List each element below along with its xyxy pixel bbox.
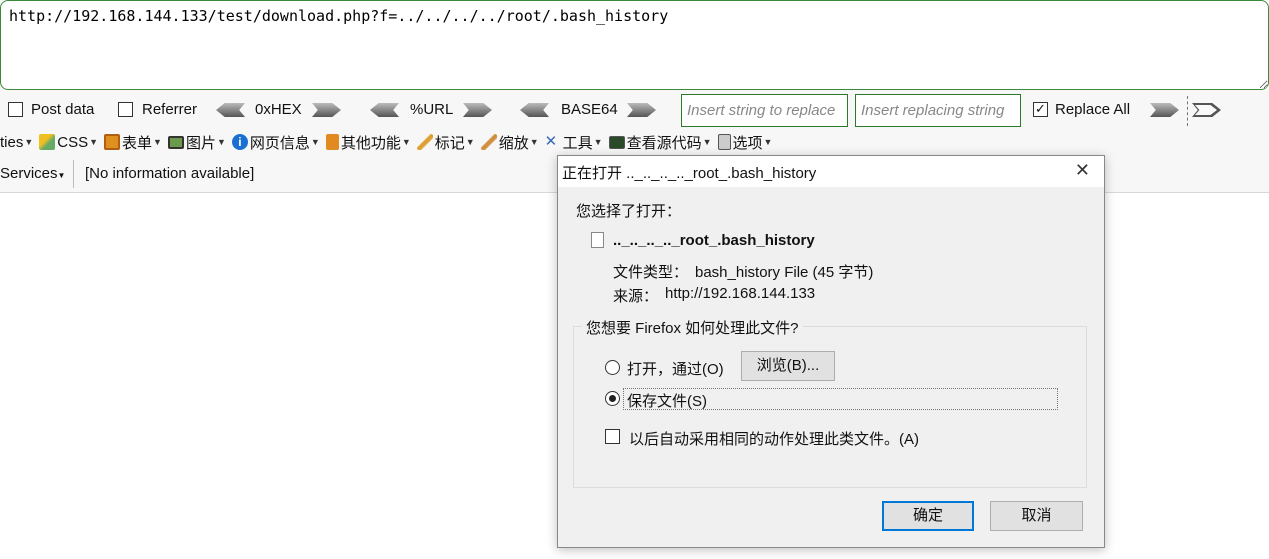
close-icon[interactable]: ✕: [1075, 160, 1090, 181]
toolbar-item-label: 表单: [122, 134, 153, 152]
file-name: .._.._.._.._root_.bash_history: [613, 232, 815, 249]
handling-options-group: 您想要 Firefox 如何处理此文件? 打开，通过(O) 浏览(B)... 保…: [573, 317, 1087, 488]
toolbar-item-label: CSS: [57, 133, 89, 151]
url-input[interactable]: http://192.168.144.133/test/download.php…: [0, 0, 1269, 90]
toolbar-item-label: 标记: [434, 134, 465, 152]
hex-label: 0xHEX: [255, 101, 302, 118]
dialog-intro: 您选择了打开：: [576, 203, 682, 220]
hex-decode-arrow-icon[interactable]: [216, 103, 245, 117]
file-type-label: 文件类型：: [613, 264, 689, 281]
group-title: 您想要 Firefox 如何处理此文件?: [582, 317, 803, 338]
url-encode-label: %URL: [410, 101, 454, 118]
webdev-toolbar: ties ▼ CSS ▼ 表单 ▼ 图片 ▼ i 网页信息 ▼ 其他功能 ▼ 标记 ▼ 缩放 ▼ …: [0, 132, 778, 152]
toolbar-item-view-source[interactable]: 查看源代码 ▼: [608, 132, 712, 153]
dropdown-icon: ▼: [401, 137, 411, 147]
hex-encode-arrow-icon[interactable]: [312, 103, 341, 117]
auto-action-checkbox[interactable]: [605, 429, 620, 444]
toolbar-item-tools[interactable]: ✕ 工具 ▼: [545, 132, 603, 153]
dropdown-icon: ▼: [702, 137, 712, 147]
dropdown-icon: ▼: [529, 137, 539, 147]
open-with-radio[interactable]: [605, 360, 620, 375]
dropdown-icon: ▼: [763, 137, 773, 147]
toolbar-item-images[interactable]: 图片 ▼: [167, 132, 226, 153]
source-value: http://192.168.144.133: [665, 285, 816, 302]
replace-string-input[interactable]: [681, 94, 848, 127]
toolbar-item-resize[interactable]: 缩放 ▼: [480, 132, 539, 153]
pencil-icon: [416, 134, 433, 150]
dropdown-icon: ▼: [57, 171, 66, 180]
toolbar-item-outline[interactable]: 标记 ▼: [416, 132, 475, 153]
replace-arrow-icon[interactable]: [1150, 103, 1179, 117]
expand-arrow-icon[interactable]: [1192, 103, 1221, 117]
replace-all-checkbox[interactable]: ✓: [1033, 102, 1048, 117]
toolbar-item-forms[interactable]: 表单 ▼: [104, 132, 162, 153]
toolbar-item-label: 其他功能: [340, 134, 401, 152]
dropdown-icon: ▼: [216, 137, 226, 147]
toolbar-item-label: 工具: [562, 134, 593, 152]
toolbar-item-label: 查看源代码: [626, 134, 702, 152]
dialog-titlebar: 正在打开 .._.._.._.._root_.bash_history ✕: [558, 156, 1104, 187]
auto-action-label[interactable]: 以后自动采用相同的动作处理此类文件。(A): [629, 428, 919, 449]
source-label: 来源：: [613, 288, 659, 305]
tools-icon: ✕: [544, 133, 558, 150]
url-decode-arrow-icon[interactable]: [370, 103, 399, 117]
replace-all-label: Replace All: [1055, 101, 1131, 118]
referrer-label: Referrer: [142, 101, 198, 118]
dialog-title: 正在打开 .._.._.._.._root_.bash_history: [562, 165, 817, 182]
toolbar-item-options[interactable]: 选项 ▼: [717, 132, 773, 153]
replacing-string-input[interactable]: [855, 94, 1021, 127]
toolbar-item-label: 网页信息: [249, 134, 310, 152]
services-label: Services: [0, 165, 58, 182]
page-info-status: [No information available]: [85, 165, 255, 182]
dropdown-icon: ▼: [24, 137, 34, 147]
referrer-checkbox[interactable]: [118, 102, 133, 117]
url-encode-arrow-icon[interactable]: [463, 103, 492, 117]
ruler-icon: [480, 134, 497, 150]
post-data-checkbox[interactable]: [8, 102, 23, 117]
browse-button[interactable]: 浏览(B)...: [741, 351, 835, 381]
toolbar-item-label: 选项: [732, 134, 763, 152]
clipboard-form-icon: [104, 134, 121, 150]
file-type-value: bash_history File (45 字节): [695, 264, 874, 281]
dropdown-icon: ▼: [593, 137, 603, 147]
cancel-button[interactable]: 取消: [990, 501, 1083, 531]
services-menu[interactable]: Services▼: [0, 165, 65, 182]
post-data-label: Post data: [31, 101, 95, 118]
toolbar-item-misc[interactable]: 其他功能 ▼: [325, 132, 411, 153]
source-icon: [608, 135, 625, 149]
dropdown-icon: ▼: [310, 137, 320, 147]
file-icon: [591, 232, 604, 248]
toolbar-item-cookies[interactable]: ties ▼: [0, 134, 33, 151]
open-file-dialog: 正在打开 .._.._.._.._root_.bash_history ✕ 您选…: [557, 155, 1105, 548]
separator: [1187, 96, 1188, 126]
save-file-label[interactable]: 保存文件(S): [627, 390, 707, 411]
css-wand-icon: [39, 134, 56, 150]
base64-encode-arrow-icon[interactable]: [627, 103, 656, 117]
toolbar-item-label: 缩放: [498, 134, 529, 152]
dropdown-icon: ▼: [89, 137, 99, 147]
separator: [73, 160, 74, 188]
options-icon: [717, 134, 731, 150]
toolbar-item-page-info[interactable]: i 网页信息 ▼: [231, 132, 320, 153]
dropdown-icon: ▼: [465, 137, 475, 147]
image-icon: [167, 135, 184, 149]
dropdown-icon: ▼: [153, 137, 162, 147]
book-icon: [325, 134, 339, 150]
toolbar-item-label: ties: [0, 133, 24, 151]
save-file-radio[interactable]: [605, 391, 620, 406]
base64-decode-arrow-icon[interactable]: [520, 103, 549, 117]
ok-button[interactable]: 确定: [882, 501, 974, 531]
open-with-label[interactable]: 打开，通过(O): [627, 358, 724, 379]
info-icon: i: [231, 134, 248, 150]
toolbar-item-css[interactable]: CSS ▼: [39, 134, 98, 151]
toolbar-item-label: 图片: [185, 134, 216, 152]
base64-label: BASE64: [561, 101, 618, 118]
